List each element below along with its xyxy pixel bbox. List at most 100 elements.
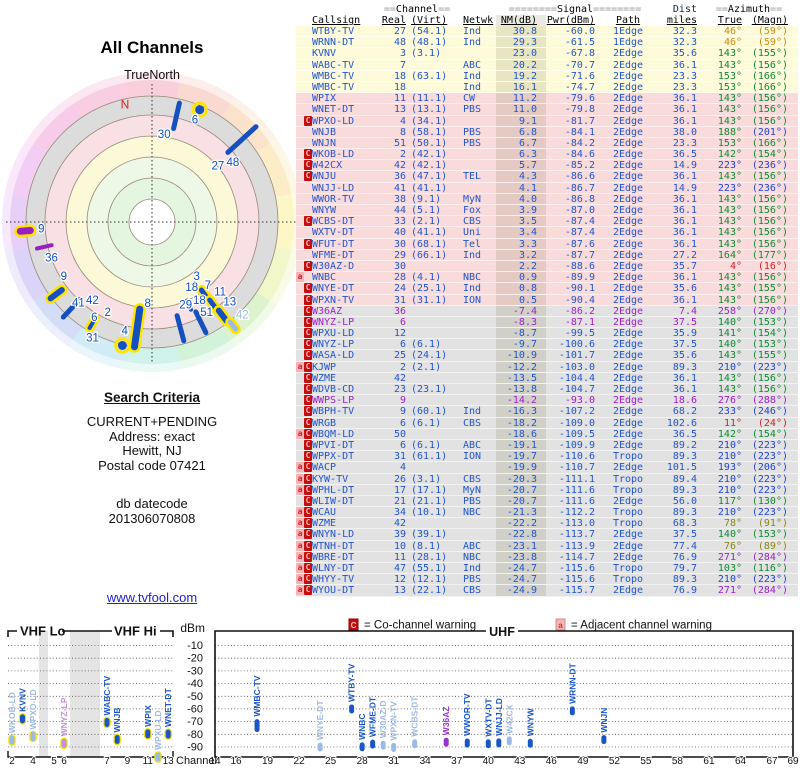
adjacent-warning-badge: a (296, 473, 304, 484)
adjacent-warning-badge: a (296, 484, 304, 495)
callsign-cell: WBRE-DT (312, 551, 355, 563)
callsign-cell: WKOB-LD (312, 149, 355, 161)
svg-text:-90: -90 (187, 742, 203, 754)
chart-callsign-label: WPXN-TV (389, 701, 399, 741)
callsign-cell: WBPH-TV (312, 406, 355, 418)
chart-callsign-label: WNYZ-LP (59, 697, 69, 736)
callsign-cell: WCBS-DT (312, 216, 355, 228)
chart-callsign-label: WPXU-LD (153, 710, 163, 750)
table-row: C WNYZ-LP 6 -8.3 -87.1 2Edge 37.5 140° (153°) (296, 316, 798, 329)
adjacent-legend-text: = Adjacent channel warning (571, 620, 712, 632)
svg-text:C: C (351, 621, 357, 630)
callsign-cell: WXTV-DT (312, 227, 355, 239)
callsign-cell: WTBY-TV (312, 26, 355, 37)
table-row: WMBC-TV 18 (63.1) Ind 19.2 -71.6 2Edge 23.3 153°… (296, 70, 798, 82)
callsign-cell: WASA-LD (312, 350, 355, 362)
azimuth-radar-chart: 306482793694241263148 2918185137111342NTr… (2, 68, 302, 372)
co-channel-warning-badge: C (304, 451, 312, 462)
signal-bar (155, 752, 161, 762)
signal-bar (496, 738, 502, 748)
signal-bar (349, 704, 355, 714)
chart-callsign-label: WMBC-TV (252, 675, 262, 716)
adjacent-warning-badge: a (296, 272, 304, 283)
svg-text:25: 25 (325, 756, 337, 767)
callsign-cell: WABC-TV (312, 59, 355, 71)
table-row: C WNJU 36 (47.1) TEL 4.3 -86.6 2Edge 36.1 143° (15… (296, 171, 798, 183)
co-channel-warning-badge: C (304, 305, 312, 316)
chart-callsign-label: WCBS-DT (410, 696, 420, 737)
callsign-cell: WLIW-DT (312, 495, 355, 507)
svg-text:2: 2 (9, 756, 15, 767)
signal-bar (145, 729, 151, 739)
table-row: C WPVI-DT 6 (6.1) ABC -19.1 -109.9 2Edge 89.2 210… (296, 439, 798, 452)
table-row: a C KYW-TV 26 (3.1) CBS -20.3 -111.1 Tropo 89.4 21… (296, 473, 798, 485)
radar-channel-label: 27 (212, 161, 225, 173)
table-row: a C WYOU-DT 13 (22.1) CBS -24.9 -115.7 2Edge 76.9… (296, 585, 798, 597)
callsign-cell: WDVB-CD (312, 384, 355, 395)
table-row: C WPXO-LD 4 (34.1) 9.1 -81.7 2Edge 36.1 143° (156… (296, 115, 798, 127)
radar-channel-label: 48 (227, 157, 240, 169)
table-row: WWOR-TV 38 (9.1) MyN 4.0 -86.8 2Edge 36.1 143° (1… (296, 193, 798, 205)
table-row: C W36AZ 36 -7.4 -86.2 2Edge 7.4 258° (270°) (296, 305, 798, 317)
co-channel-warning-badge: C (304, 316, 312, 327)
co-channel-warning-badge: C (304, 294, 312, 305)
signal-bar (485, 739, 491, 749)
co-channel-warning-badge: C (304, 417, 312, 428)
callsign-cell: WNYZ-LP (312, 339, 355, 351)
co-channel-warning-badge: C (304, 495, 312, 506)
callsign-cell: WPIX (312, 93, 337, 105)
radar-channel-label: 41 (72, 298, 85, 310)
svg-text:22: 22 (294, 756, 306, 767)
table-row: WNJB 8 (58.1) PBS 6.8 -84.1 2Edge 38.0 188° (201°… (296, 126, 798, 138)
table-row: a C WCAU 34 (10.1) NBC -21.3 -112.2 Tropo 89.3 210… (296, 507, 798, 519)
callsign-cell: KYW-TV (312, 473, 349, 485)
chart-callsign-label: WPXO-LD (28, 689, 38, 729)
callsign-cell: WNYN-LD (312, 529, 355, 541)
radar-channel-label: 51 (200, 307, 213, 319)
svg-text:16: 16 (230, 756, 242, 767)
callsign-cell: WNJJ-LD (312, 182, 355, 194)
table-row: a C WACP 4 -19.9 -110.7 2Edge 101.5 193° (206°) (296, 462, 798, 474)
co-channel-warning-badge: C (304, 439, 312, 450)
table-row: WNET-DT 13 (13.1) PBS 11.0 -79.8 2Edge 36.1 143°… (296, 104, 798, 116)
table-row: WABC-TV 7 ABC 20.2 -70.7 2Edge 36.1 143° (156°) (296, 59, 798, 71)
callsign-cell: WWPS-LP (312, 395, 355, 407)
svg-text:-20: -20 (187, 653, 203, 665)
callsign-cell: WACP (312, 462, 337, 474)
search-address-type: Address: exact (109, 428, 195, 444)
co-channel-warning-badge: C (304, 484, 312, 495)
signal-bar (30, 731, 36, 741)
channel-axis-label: Channel (176, 755, 217, 767)
svg-text:4: 4 (30, 756, 36, 767)
callsign-cell: W42CX (312, 160, 343, 172)
adjacent-warning-badge: a (296, 574, 304, 585)
callsign-cell: WTNH-DT (312, 540, 355, 552)
callsign-cell: WNYE-DT (312, 283, 355, 295)
adjacent-warning-badge: a (296, 462, 304, 473)
co-channel-warning-badge: C (304, 540, 312, 551)
chart-callsign-label: WNJN (599, 708, 609, 733)
table-row: a C WPHL-DT 17 (17.1) MyN -20.7 -111.6 Tropo 89.3… (296, 484, 798, 496)
table-row: C WNYZ-LP 6 (6.1) -9.7 -100.6 2Edge 37.5 140° (15… (296, 339, 798, 351)
true-north-label: TrueNorth (124, 68, 180, 82)
table-row: C W42CX 42 (42.1) 5.7 -85.2 2Edge 14.9 223° (236°… (296, 160, 798, 172)
callsign-cell: WMBC-TV (312, 70, 355, 82)
table-header-groups: ==Channel== ========Signal======== Dist ==A… (296, 4, 798, 15)
callsign-cell: WNJU (312, 171, 337, 183)
adjacent-warning-badge: a (296, 518, 304, 529)
radar-channel-label: 6 (192, 115, 198, 127)
adjacent-warning-badge: a (296, 361, 304, 372)
callsign-cell: WPXN-TV (312, 294, 355, 306)
table-row: C WCBS-DT 33 (2.1) CBS 3.5 -87.4 2Edge 36.1 143°(… (296, 216, 798, 228)
signal-bar (569, 706, 575, 716)
tvfool-home-link[interactable]: www.tvfool.com (107, 590, 197, 605)
tvfool-link-wrap: www.tvfool.com (0, 590, 304, 605)
co-channel-warning-badge: C (304, 507, 312, 518)
callsign-cell: WZME (312, 518, 337, 530)
radar-channel-label: 29 (179, 299, 192, 311)
svg-text:52: 52 (609, 756, 621, 767)
table-row: C WPXU-LD 12 -8.7 -99.5 2Edge 35.9 141° (154°) (296, 328, 798, 340)
vhf-hi-title: VHF Hi (114, 624, 157, 639)
co-channel-warning-badge: C (304, 529, 312, 540)
signal-bar (527, 738, 533, 748)
